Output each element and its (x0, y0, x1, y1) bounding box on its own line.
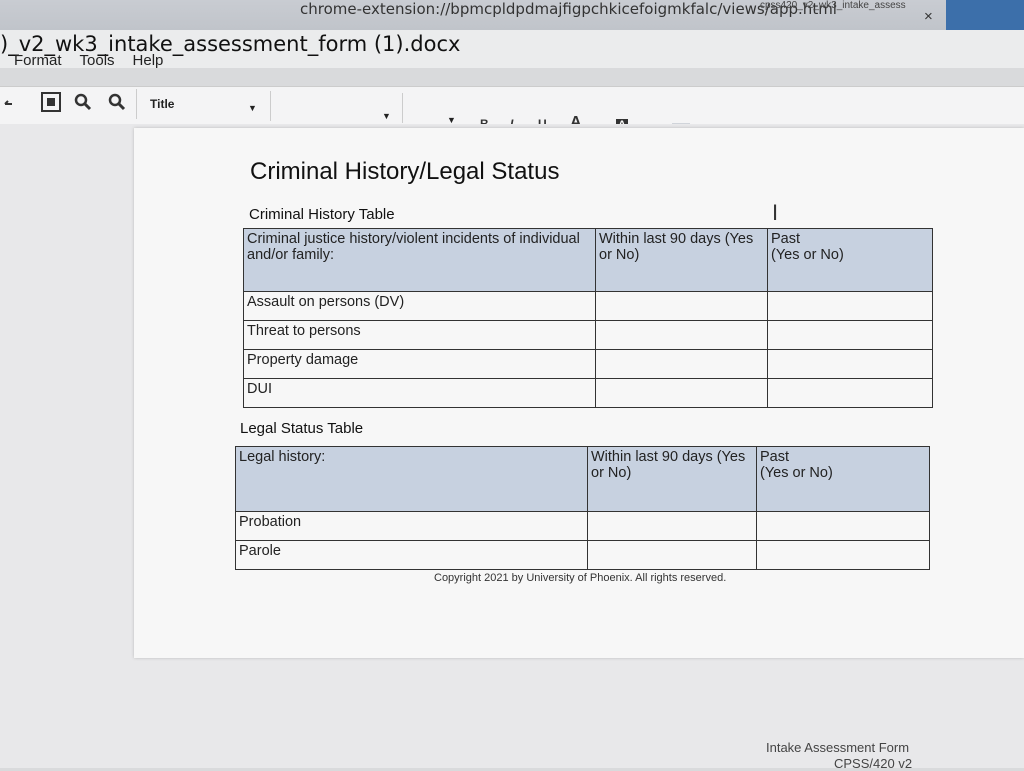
zoom-out-icon[interactable] (108, 93, 126, 111)
table-header-row: Criminal justice history/violent inciden… (243, 228, 933, 292)
chevron-down-icon[interactable]: ▼ (382, 111, 391, 121)
formatting-toolbar: Title ▼ ▼ ▼ B I U A ▼ A ▼ (0, 86, 1024, 146)
table-cell[interactable] (767, 378, 933, 408)
address-bar[interactable]: chrome-extension://bpmcpldpdmajfigpchkic… (300, 0, 837, 18)
browser-tab-title[interactable]: cpss420_v2_wk3_intake_assess (760, 0, 906, 11)
table-row: Parole (235, 540, 930, 570)
table-cell[interactable] (587, 540, 757, 570)
table-cell[interactable] (756, 511, 930, 541)
footer-form-name: Intake Assessment Form (766, 740, 910, 755)
table-cell[interactable] (595, 320, 768, 350)
table-row: Probation (235, 511, 930, 541)
toolbar-separator (402, 93, 403, 123)
menu-tools[interactable]: Tools (80, 52, 115, 69)
new-tab-button[interactable] (946, 0, 1024, 32)
table-cell[interactable] (767, 320, 933, 350)
tab-close-icon[interactable]: × (924, 8, 933, 25)
table-row: Property damage (243, 349, 933, 379)
legal-status-caption: Legal Status Table (240, 420, 364, 437)
browser-top-bar: chrome-extension://bpmcpldpdmajfigpchkic… (0, 0, 1024, 34)
table-cell[interactable] (595, 349, 768, 379)
table-header-cell[interactable]: Past (Yes or No) (756, 446, 930, 512)
criminal-history-caption: Criminal History Table (249, 206, 395, 223)
paragraph-style-select[interactable]: Title (150, 97, 174, 111)
table-cell[interactable]: Probation (235, 511, 588, 541)
table-header-cell[interactable]: Legal history: (235, 446, 588, 512)
table-header-row: Legal history: Within last 90 days (Yes … (235, 446, 930, 512)
zoom-in-icon[interactable] (74, 93, 92, 111)
table-cell[interactable] (767, 349, 933, 379)
chevron-down-icon[interactable]: ▼ (248, 103, 257, 113)
table-cell[interactable]: Threat to persons (243, 320, 596, 350)
footer-course-code: CPSS/420 v2 (834, 756, 913, 771)
undo-icon[interactable] (2, 95, 20, 113)
table-header-cell[interactable]: Within last 90 days (Yes or No) (587, 446, 757, 512)
table-row: Assault on persons (DV) (243, 291, 933, 321)
table-header-cell[interactable]: Past (Yes or No) (767, 228, 933, 292)
table-cell[interactable]: Assault on persons (DV) (243, 291, 596, 321)
fit-page-icon[interactable] (40, 91, 62, 113)
table-cell[interactable]: Property damage (243, 349, 596, 379)
text-cursor-icon: I (772, 200, 779, 225)
toolbar-separator (270, 91, 271, 121)
section-heading: Criminal History/Legal Status (250, 158, 560, 185)
table-cell[interactable] (756, 540, 930, 570)
criminal-history-table: Criminal justice history/violent inciden… (243, 228, 933, 408)
table-cell[interactable] (587, 511, 757, 541)
table-cell[interactable] (767, 291, 933, 321)
table-row: Threat to persons (243, 320, 933, 350)
table-header-cell[interactable]: Criminal justice history/violent inciden… (243, 228, 596, 292)
copyright-notice: Copyright 2021 by University of Phoenix.… (434, 572, 727, 584)
table-cell[interactable]: DUI (243, 378, 596, 408)
table-cell[interactable] (595, 378, 768, 408)
menu-bar: Format Tools Help (14, 52, 163, 69)
toolbar-separator (136, 89, 137, 119)
menu-help[interactable]: Help (133, 52, 164, 69)
legal-status-table: Legal history: Within last 90 days (Yes … (235, 446, 930, 570)
menu-format[interactable]: Format (14, 52, 62, 69)
table-cell[interactable] (595, 291, 768, 321)
table-cell[interactable]: Parole (235, 540, 588, 570)
table-row: DUI (243, 378, 933, 408)
table-header-cell[interactable]: Within last 90 days (Yes or No) (595, 228, 768, 292)
